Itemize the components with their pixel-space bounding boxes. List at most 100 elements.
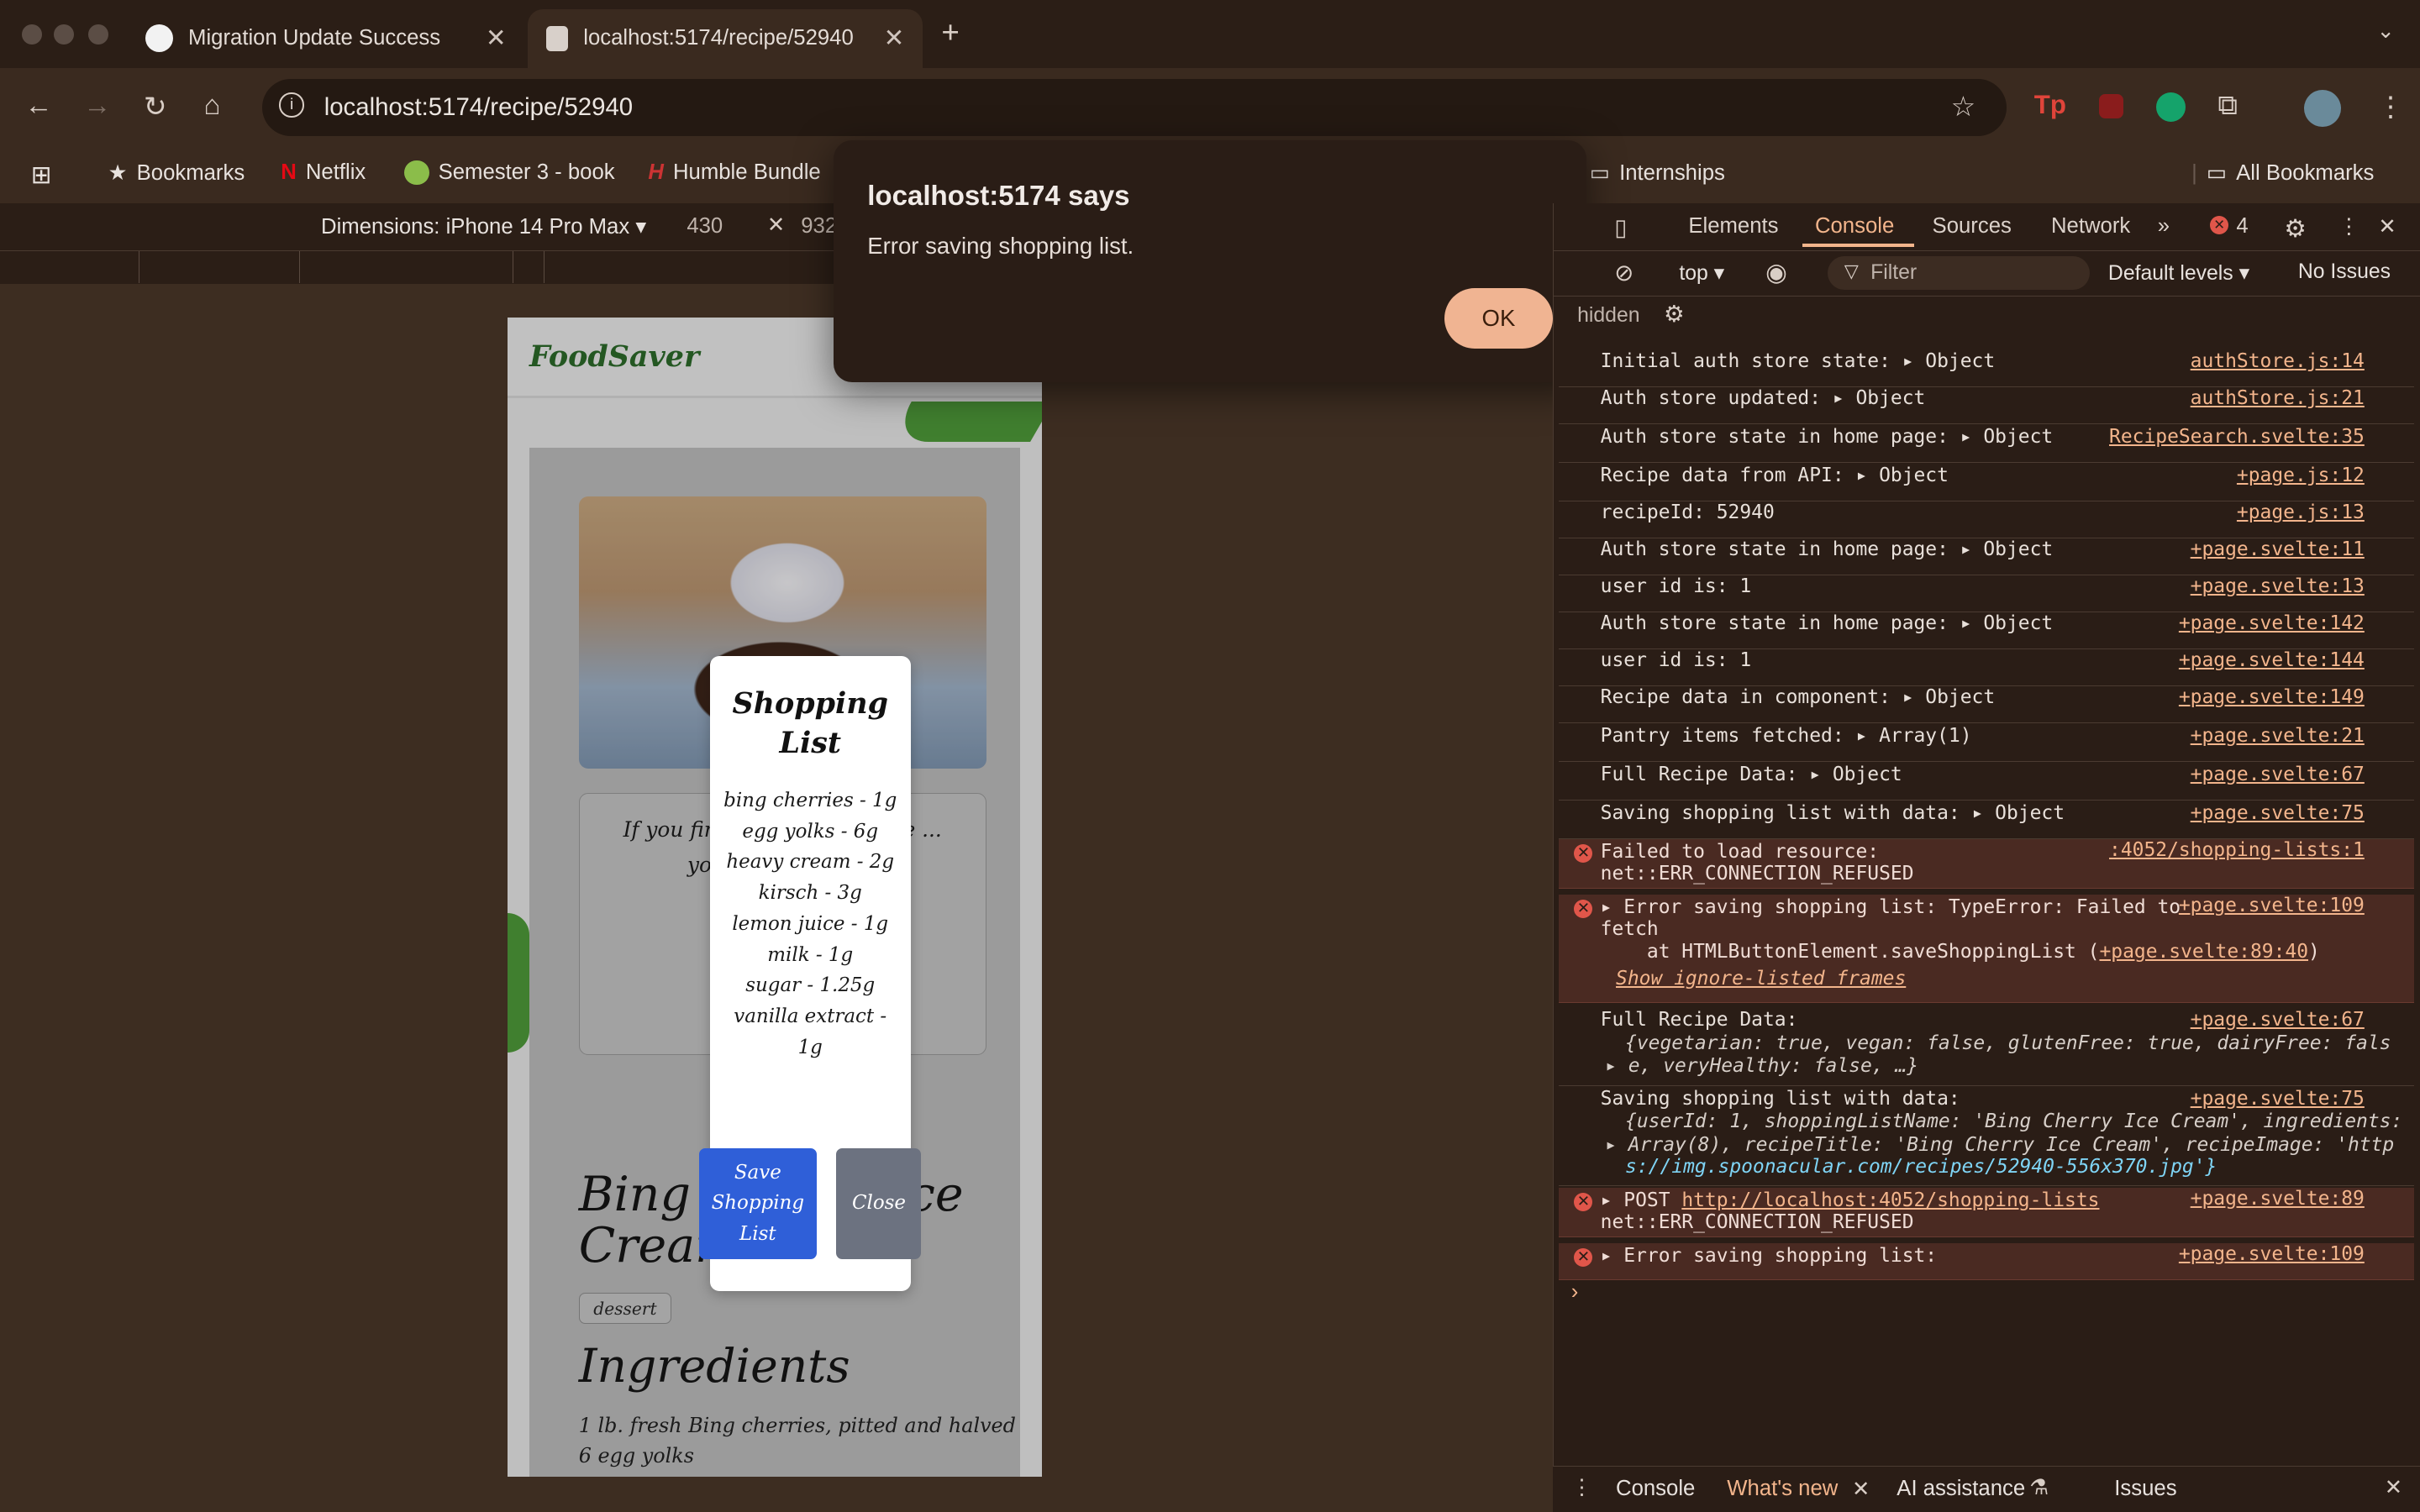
bookmark-folder[interactable]: ▭ Internships <box>1590 160 1725 186</box>
console-message[interactable]: Initial auth store state: ▸ Object authSt… <box>1559 350 2414 387</box>
console-message[interactable]: user id is: 1 +page.svelte:144 <box>1559 649 2414 687</box>
dimensions-select[interactable]: Dimensions: iPhone 14 Pro Max ▾ <box>321 214 646 239</box>
request-url-link[interactable]: http://localhost:4052/shopping-lists <box>1681 1189 2099 1211</box>
context-select[interactable]: top ▾ <box>1679 260 1724 286</box>
source-link[interactable]: +page.svelte:67 <box>2191 764 2365 785</box>
save-shopping-list-button[interactable]: Save Shopping List <box>699 1147 817 1259</box>
issues-counter[interactable]: No Issues <box>2298 260 2391 284</box>
bookmark-folder[interactable]: | ▭ All Bookmarks <box>2191 160 2374 186</box>
source-link[interactable]: authStore.js:14 <box>2191 350 2365 372</box>
source-link[interactable]: +page.svelte:67 <box>2191 1009 2365 1031</box>
tab-recipe[interactable]: localhost:5174/recipe/52940 ✕ <box>528 9 923 68</box>
source-link[interactable]: +page.svelte:142 <box>2179 612 2365 634</box>
log-levels-select[interactable]: Default levels ▾ <box>2108 260 2249 286</box>
console-error[interactable]: ✕ ▸ POST http://localhost:4052/shopping-… <box>1559 1188 2414 1238</box>
stack-link[interactable]: +page.svelte:89:40 <box>2099 941 2308 963</box>
site-info-icon[interactable]: i <box>279 92 304 118</box>
source-link[interactable]: +page.svelte:11 <box>2191 538 2365 560</box>
menu-kebab-icon[interactable]: ⋮ <box>2377 90 2405 123</box>
bookmark-item[interactable]: H Humble Bundle <box>648 160 820 185</box>
console-message[interactable]: Recipe data from API: ▸ Object +page.js:1… <box>1559 465 2414 501</box>
close-icon[interactable]: ✕ <box>884 24 905 53</box>
extension-ublock-icon[interactable] <box>2098 94 2124 119</box>
extensions-puzzle-icon[interactable]: ⧉ <box>2217 90 2238 122</box>
source-link[interactable]: +page.svelte:89 <box>2191 1188 2365 1210</box>
source-link[interactable]: +page.svelte:75 <box>2191 802 2365 824</box>
tab-console[interactable]: Console <box>1815 214 1894 239</box>
settings-gear-icon[interactable]: ⚙ <box>2284 214 2306 244</box>
close-icon[interactable]: ✕ <box>486 24 507 53</box>
devtools-menu-icon[interactable]: ⋮ <box>2338 214 2360 239</box>
ok-button[interactable]: OK <box>1444 288 1553 349</box>
reload-icon[interactable]: ↻ <box>144 90 167 123</box>
console-message[interactable]: Auth store updated: ▸ Object authStore.js… <box>1559 387 2414 425</box>
close-window-button[interactable] <box>21 24 42 45</box>
source-link[interactable]: +page.js:12 <box>2237 465 2365 486</box>
tab-migration[interactable]: Migration Update Success ✕ <box>127 9 525 68</box>
console-error[interactable]: ✕ ▸ Error saving shopping list: TypeErro… <box>1559 895 2414 1003</box>
bookmark-item[interactable]: ★ Bookmarks <box>108 160 245 186</box>
tab-sources[interactable]: Sources <box>1933 214 2012 239</box>
source-link[interactable]: RecipeSearch.svelte:35 <box>2109 426 2365 448</box>
address-bar[interactable]: localhost:5174/recipe/52940 <box>262 78 2007 136</box>
eye-icon[interactable]: ◉ <box>1765 258 1787 287</box>
source-link[interactable]: +page.svelte:149 <box>2179 686 2365 708</box>
source-link[interactable]: +page.svelte:75 <box>2191 1088 2365 1110</box>
console-message[interactable]: user id is: 1 +page.svelte:13 <box>1559 575 2414 613</box>
drawer-tab-issues[interactable]: Issues <box>2114 1477 2176 1501</box>
console-message[interactable]: Auth store state in home page: ▸ Object +… <box>1559 612 2414 650</box>
source-link[interactable]: authStore.js:21 <box>2191 387 2365 409</box>
tab-network[interactable]: Network <box>2051 214 2130 239</box>
clear-console-icon[interactable]: ⊘ <box>1614 260 1634 286</box>
console-message[interactable]: Full Recipe Data: {vegetarian: true, veg… <box>1559 1009 2414 1087</box>
console-message[interactable]: Saving shopping list with data: {userId:… <box>1559 1088 2414 1187</box>
console-message[interactable]: recipeId: 52940 +page.js:13 <box>1559 501 2414 538</box>
back-icon[interactable]: ← <box>24 90 52 122</box>
close-drawer-icon[interactable]: ✕ <box>2385 1475 2403 1500</box>
more-tabs-icon[interactable]: » <box>2158 214 2170 239</box>
tab-search-button[interactable]: ⌄ <box>2377 18 2396 44</box>
error-count[interactable]: 4 <box>2236 214 2248 239</box>
bookmark-item[interactable]: N Netflix <box>281 160 366 185</box>
device-toggle-icon[interactable]: ▯ <box>1614 214 1627 241</box>
console-settings-icon[interactable]: ⚙ <box>1664 301 1685 328</box>
source-link[interactable]: +page.svelte:13 <box>2191 575 2365 597</box>
source-link[interactable]: +page.svelte:109 <box>2179 1243 2365 1265</box>
avatar[interactable] <box>2304 89 2342 127</box>
console-message[interactable]: Pantry items fetched: ▸ Array(1) +page.sv… <box>1559 725 2414 763</box>
close-button[interactable]: Close <box>836 1147 922 1259</box>
extension-tp-icon[interactable]: Tp <box>2034 90 2066 120</box>
new-tab-button[interactable]: + <box>941 15 959 50</box>
console-message[interactable]: Auth store state in home page: ▸ Object +… <box>1559 538 2414 576</box>
source-link[interactable]: +page.js:13 <box>2237 501 2365 523</box>
apps-grid-icon[interactable]: ⊞ <box>31 160 52 190</box>
console-prompt[interactable]: › <box>1571 1280 1579 1305</box>
source-link[interactable]: +page.svelte:109 <box>2179 895 2365 916</box>
console-error[interactable]: ✕ Failed to load resource: net::ERR_CONN… <box>1559 839 2414 889</box>
show-ignored-frames-link[interactable]: Show ignore-listed frames <box>1616 968 1906 990</box>
drawer-tab-whats-new[interactable]: What's new <box>1727 1477 1838 1501</box>
tab-elements[interactable]: Elements <box>1688 214 1778 239</box>
source-link[interactable]: +page.svelte:21 <box>2191 725 2365 747</box>
height-input[interactable]: 932 <box>801 214 837 239</box>
source-link[interactable]: +page.svelte:144 <box>2179 649 2365 671</box>
console-message[interactable]: Saving shopping list with data: ▸ Object… <box>1559 802 2414 840</box>
close-devtools-icon[interactable]: ✕ <box>2378 214 2396 239</box>
bookmark-star-icon[interactable]: ☆ <box>1951 90 1976 123</box>
console-message[interactable]: Recipe data in component: ▸ Object +page.… <box>1559 686 2414 724</box>
source-link[interactable]: :4052/shopping-lists:1 <box>2109 839 2365 861</box>
forward-icon[interactable]: → <box>83 90 111 122</box>
extension-grammarly-icon[interactable] <box>2155 92 2186 123</box>
drawer-menu-icon[interactable]: ⋮ <box>1571 1475 1593 1500</box>
close-icon[interactable]: ✕ <box>1852 1477 1870 1502</box>
console-message[interactable]: Full Recipe Data: ▸ Object +page.svelte:6… <box>1559 764 2414 801</box>
console-error[interactable]: ✕ ▸ Error saving shopping list: +page.sv… <box>1559 1243 2414 1281</box>
drawer-tab-console[interactable]: Console <box>1616 1477 1695 1501</box>
filter-input[interactable]: Filter <box>1827 255 2090 291</box>
bookmark-item[interactable]: Semester 3 - book <box>404 160 615 186</box>
drawer-tab-ai-assistance[interactable]: AI assistance <box>1897 1477 2025 1501</box>
home-icon[interactable]: ⌂ <box>203 90 220 122</box>
maximize-window-button[interactable] <box>87 24 108 45</box>
console-message[interactable]: Auth store state in home page: ▸ Object R… <box>1559 426 2414 463</box>
width-input[interactable]: 430 <box>687 214 723 239</box>
